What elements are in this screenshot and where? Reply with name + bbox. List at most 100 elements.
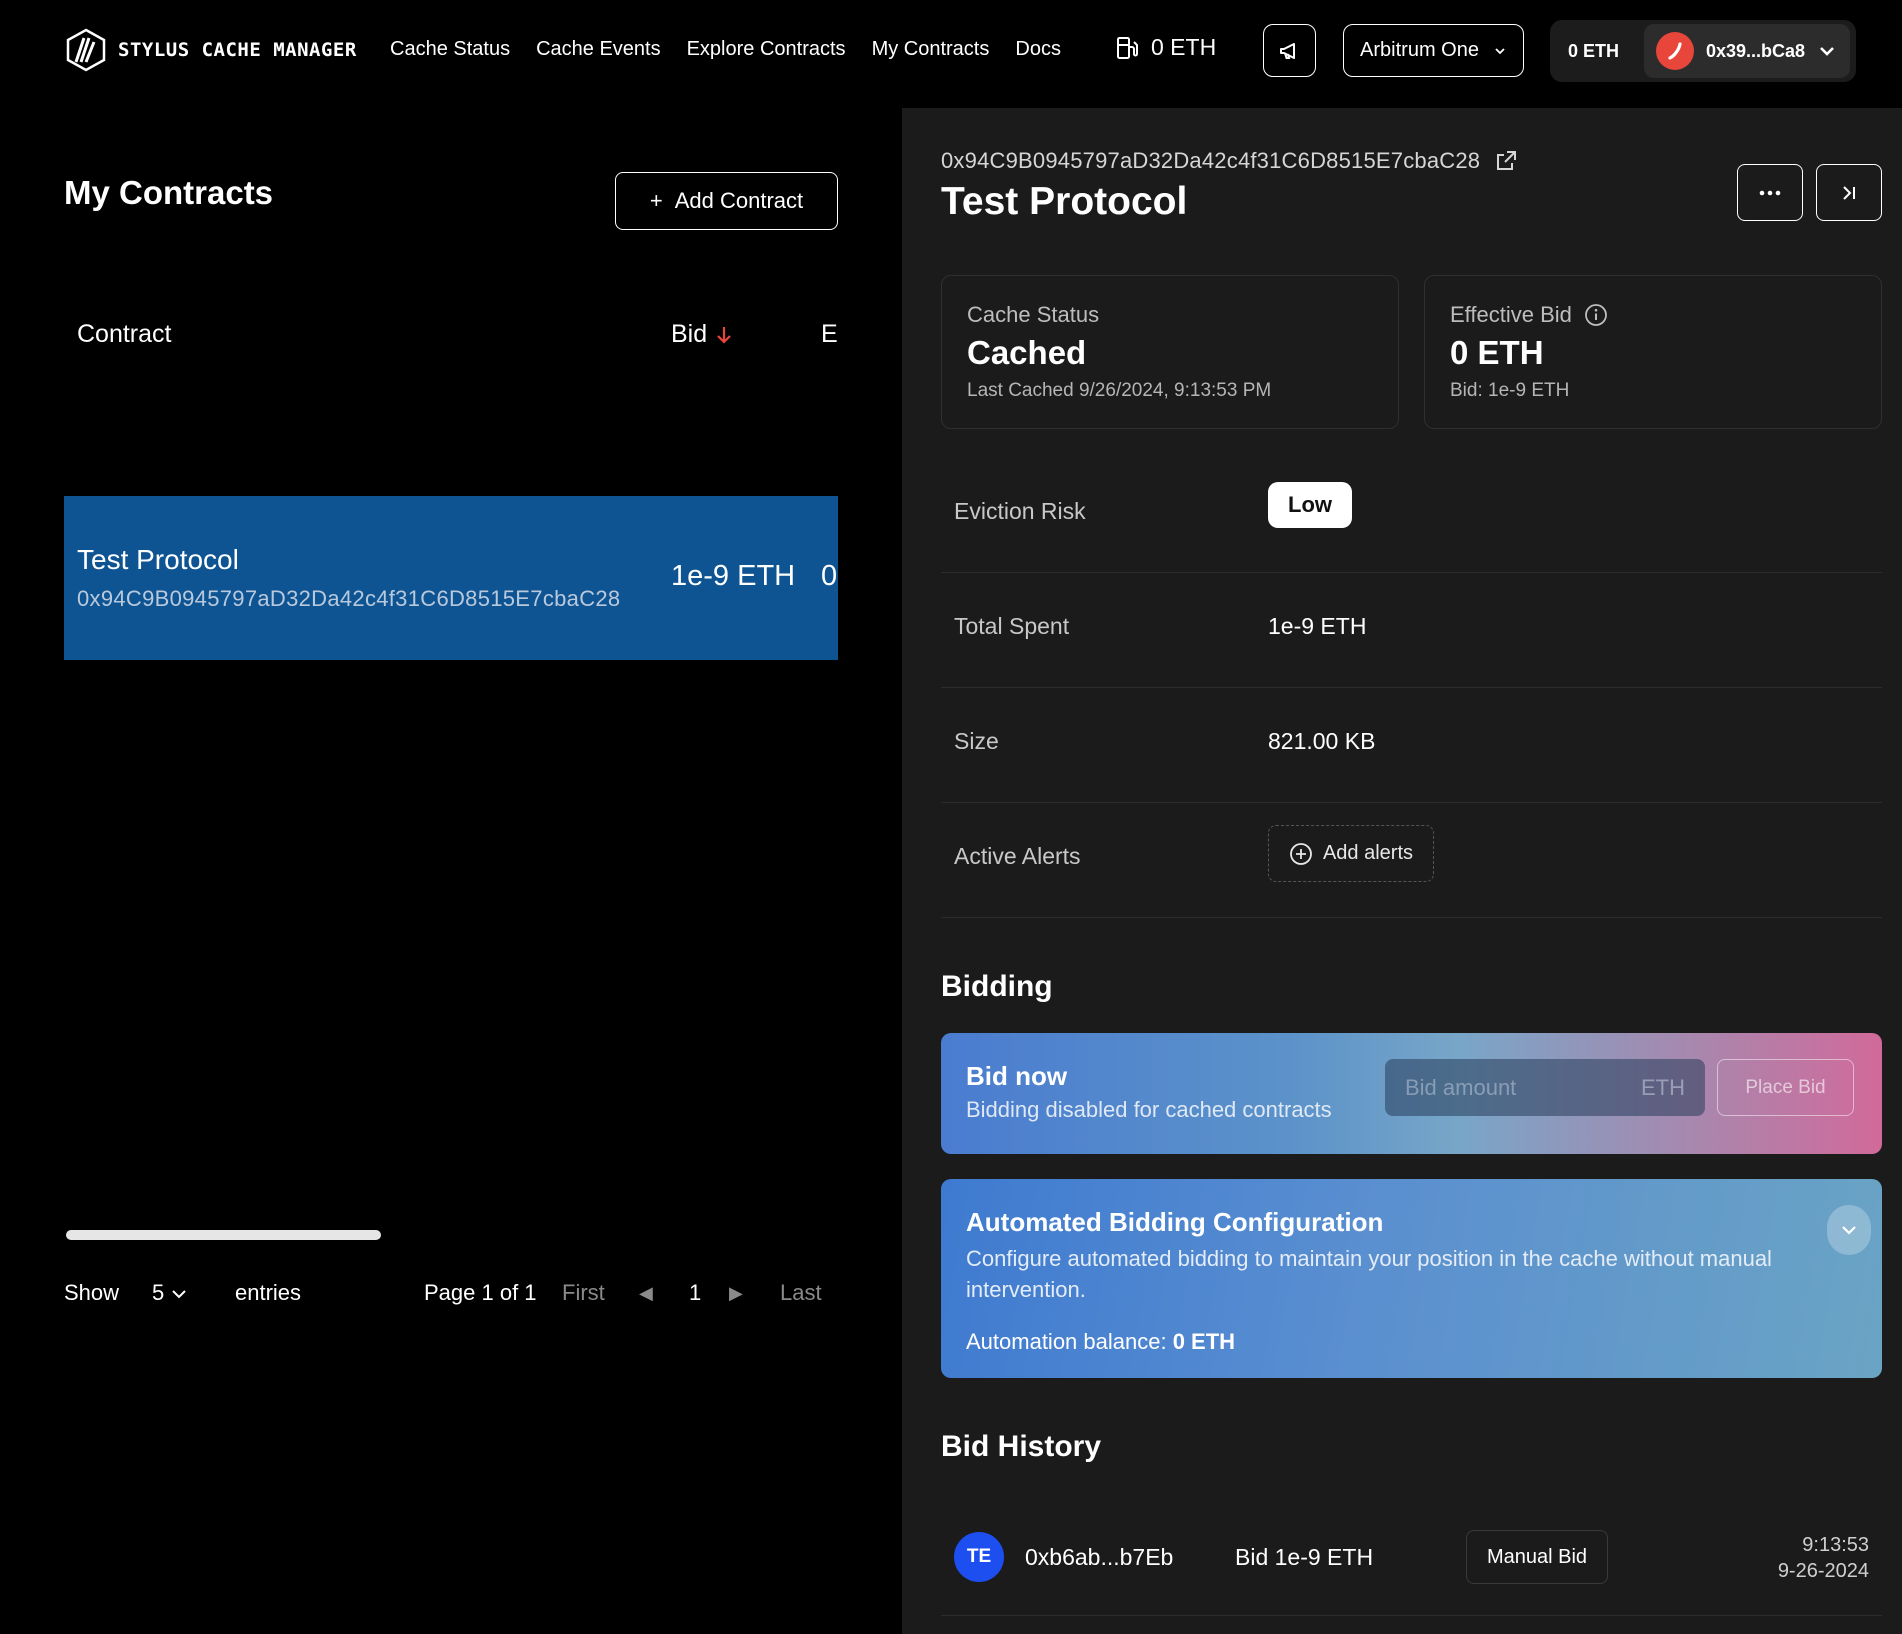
nav-link-cache-events[interactable]: Cache Events bbox=[536, 38, 661, 61]
last-cached-text: Last Cached 9/26/2024, 9:13:53 PM bbox=[967, 380, 1272, 401]
automated-bidding-description: Configure automated bidding to maintain … bbox=[966, 1246, 1772, 1302]
gas-indicator: 0 ETH bbox=[1115, 34, 1216, 61]
next-page-icon[interactable]: ▶ bbox=[729, 1283, 743, 1304]
show-label: Show bbox=[64, 1280, 120, 1305]
external-link-icon[interactable] bbox=[1494, 149, 1518, 173]
contract-detail-panel: 0x94C9B0945797aD32Da42c4f31C6D8515E7cbaC… bbox=[902, 108, 1902, 1634]
chevron-down-icon bbox=[1820, 47, 1834, 56]
prev-page-icon[interactable]: ◀ bbox=[639, 1283, 653, 1304]
bid-type-badge: Manual Bid bbox=[1466, 1530, 1609, 1584]
wallet-avatar bbox=[1656, 32, 1694, 70]
first-page-button[interactable]: First bbox=[562, 1280, 605, 1306]
wallet-address: 0x39...bCa8 bbox=[1706, 40, 1806, 61]
wallet-widget[interactable]: 0 ETH 0x39...bCa8 bbox=[1550, 20, 1856, 82]
nav-link-explore-contracts[interactable]: Explore Contracts bbox=[687, 38, 846, 61]
contract-name: Test Protocol bbox=[77, 544, 239, 575]
bid-history-title: Bid History bbox=[941, 1430, 1102, 1463]
bidding-section-title: Bidding bbox=[941, 970, 1053, 1003]
bidder-address[interactable]: 0xb6ab...b7Eb bbox=[1025, 1544, 1173, 1571]
place-bid-button[interactable]: Place Bid bbox=[1717, 1059, 1854, 1116]
fuel-pump-icon bbox=[1117, 36, 1138, 59]
cache-status-value: Cached bbox=[967, 334, 1087, 371]
collapse-right-icon bbox=[1843, 185, 1855, 200]
chevron-down-icon bbox=[1495, 47, 1505, 54]
contracts-list-panel: My Contracts + Add Contract Contract Bid… bbox=[0, 100, 902, 1634]
bid-now-card: Bid now Bidding disabled for cached cont… bbox=[941, 1033, 1882, 1154]
wallet-account-button[interactable]: 0x39...bCa8 bbox=[1644, 24, 1850, 78]
table-header: Contract Bid E bbox=[64, 276, 838, 396]
bidder-avatar: TE bbox=[954, 1532, 1004, 1582]
announcements-button[interactable] bbox=[1263, 24, 1316, 77]
gas-value: 0 ETH bbox=[1151, 34, 1217, 60]
cache-status-label: Cache Status bbox=[967, 302, 1100, 327]
page-title: My Contracts bbox=[64, 174, 274, 211]
effective-bid-card: Effective Bid 0 ETH Bid: 1e-9 ETH bbox=[1424, 275, 1882, 429]
brand-logo[interactable]: STYLUS CACHE MANAGER bbox=[64, 28, 357, 72]
active-alerts-row: Active Alerts Add alerts bbox=[941, 803, 1882, 918]
eviction-risk-badge: Low bbox=[1268, 482, 1352, 528]
automation-balance-label: Automation balance: bbox=[966, 1329, 1167, 1354]
pagination: Show 5 entries Page 1 of 1 First ◀ 1 ▶ L… bbox=[64, 1280, 844, 1314]
automation-balance: Automation balance: 0 ETH bbox=[966, 1329, 1235, 1355]
contract-address: 0x94C9B0945797aD32Da42c4f31C6D8515E7cbaC… bbox=[77, 586, 621, 611]
stylus-logo-icon bbox=[66, 28, 106, 72]
detail-title: Test Protocol bbox=[941, 180, 1188, 223]
expand-automation-button[interactable] bbox=[1827, 1205, 1871, 1255]
cache-status-card: Cache Status Cached Last Cached 9/26/202… bbox=[941, 275, 1399, 429]
page-size-select[interactable]: 5 bbox=[152, 1280, 188, 1306]
main-nav: Cache Status Cache Events Explore Contra… bbox=[390, 38, 1061, 61]
brand-name: STYLUS CACHE MANAGER bbox=[118, 39, 357, 61]
plus-icon: + bbox=[649, 188, 663, 213]
bid-unit: ETH bbox=[1641, 1074, 1685, 1100]
entries-label: entries bbox=[235, 1280, 302, 1305]
wallet-balance: 0 ETH bbox=[1568, 40, 1620, 61]
column-header-bid[interactable]: Bid bbox=[671, 320, 733, 349]
ellipsis-icon bbox=[1759, 190, 1781, 195]
nav-link-my-contracts[interactable]: My Contracts bbox=[872, 38, 990, 61]
last-page-button[interactable]: Last bbox=[780, 1280, 822, 1306]
nav-link-docs[interactable]: Docs bbox=[1015, 38, 1061, 61]
chili-icon bbox=[1668, 42, 1682, 60]
bid-history-row: TE 0xb6ab...b7Eb Bid 1e-9 ETH Manual Bid… bbox=[941, 1508, 1882, 1616]
column-header-bid-label: Bid bbox=[671, 320, 708, 348]
page-info: Page 1 of 1 bbox=[424, 1280, 537, 1305]
chevron-down-icon bbox=[172, 1290, 186, 1299]
bid-now-title: Bid now bbox=[966, 1061, 1068, 1091]
chevron-down-icon bbox=[1842, 1226, 1856, 1235]
bid-time: 9:13:53 bbox=[1802, 1534, 1869, 1556]
effective-bid-value: 0 ETH bbox=[1450, 334, 1544, 371]
top-navigation: STYLUS CACHE MANAGER Cache Status Cache … bbox=[0, 0, 1902, 100]
table-row[interactable]: Test Protocol 0x94C9B0945797aD32Da42c4f3… bbox=[64, 496, 838, 660]
effective-bid-label: Effective Bid bbox=[1450, 302, 1572, 327]
column-header-contract[interactable]: Contract bbox=[77, 320, 171, 349]
bid-amount-input[interactable] bbox=[1405, 1074, 1605, 1101]
eviction-risk-row: Eviction Risk Low bbox=[941, 458, 1882, 573]
add-contract-label: Add Contract bbox=[674, 188, 804, 213]
more-options-button[interactable] bbox=[1737, 164, 1803, 221]
sort-descending-icon bbox=[717, 326, 731, 344]
bid-date: 9-26-2024 bbox=[1777, 1560, 1869, 1582]
add-alerts-button[interactable]: Add alerts bbox=[1268, 825, 1434, 882]
bid-timestamp: 9:13:53 9-26-2024 bbox=[1778, 1532, 1869, 1584]
current-page[interactable]: 1 bbox=[689, 1280, 701, 1306]
network-selector[interactable]: Arbitrum One bbox=[1343, 24, 1524, 77]
size-value: 821.00 KB bbox=[1268, 728, 1376, 754]
automated-bidding-card[interactable]: Automated Bidding Configuration Configur… bbox=[941, 1179, 1882, 1378]
info-icon[interactable] bbox=[1584, 303, 1608, 327]
contracts-table: Contract Bid E Test Protocol 0x94C9B0945… bbox=[64, 276, 838, 666]
detail-address-row: 0x94C9B0945797aD32Da42c4f31C6D8515E7cbaC… bbox=[941, 148, 1518, 174]
total-spent-label: Total Spent bbox=[954, 613, 1070, 639]
contract-truncated-value: 0 bbox=[821, 560, 838, 592]
horizontal-scrollbar[interactable] bbox=[66, 1230, 381, 1240]
active-alerts-label: Active Alerts bbox=[954, 843, 1081, 869]
eviction-risk-label: Eviction Risk bbox=[954, 498, 1086, 524]
nav-link-cache-status[interactable]: Cache Status bbox=[390, 38, 510, 61]
add-contract-button[interactable]: + Add Contract bbox=[615, 172, 838, 230]
detail-address: 0x94C9B0945797aD32Da42c4f31C6D8515E7cbaC… bbox=[941, 148, 1481, 173]
collapse-panel-button[interactable] bbox=[1816, 164, 1882, 221]
plus-circle-icon bbox=[1290, 842, 1312, 865]
size-label: Size bbox=[954, 728, 999, 754]
column-header-truncated[interactable]: E bbox=[821, 320, 838, 349]
effective-bid-label-row: Effective Bid bbox=[1450, 302, 1608, 328]
automated-bidding-title: Automated Bidding Configuration bbox=[966, 1207, 1384, 1237]
